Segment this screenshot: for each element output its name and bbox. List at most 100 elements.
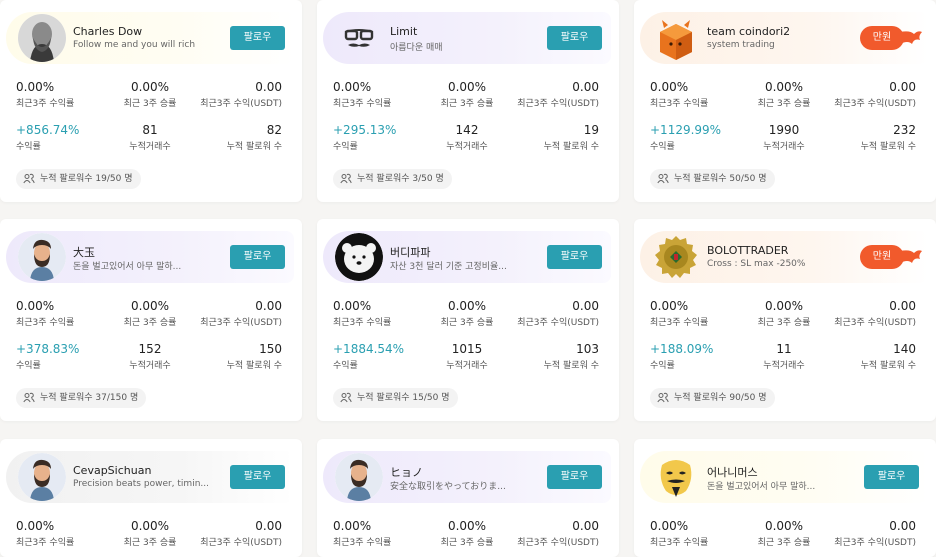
trader-card[interactable]: BOLOTTRADER Cross : SL max -250% 만원 0.00… (634, 219, 936, 421)
followers-icon (340, 173, 352, 184)
follower-cap-label: 누적 팔로워수 (674, 174, 727, 184)
follower-cap-badge: 누적 팔로워수 90/50 명 (650, 388, 775, 408)
recent-stats: 0.00% 최근3주 수익률 0.00% 최근 3주 승률 0.00 최근3주 수익(… (317, 519, 619, 551)
card-header: ヒョノ 安全な取引をやっておりま... 팔로우 (323, 451, 611, 503)
follow-button[interactable]: 팔로우 (547, 465, 602, 489)
recent-profit-value: 0.00 (255, 519, 282, 533)
follower-cap-label: 누적 팔로워수 (40, 174, 93, 184)
follower-cap-value: 15/50 명 (412, 393, 450, 403)
trader-name: 大玉 (73, 246, 95, 259)
trader-card[interactable]: 어나니머스 돈을 벌고있어서 아무 말하... 팔로우 0.00% 최근3주 수익… (634, 439, 936, 557)
trader-card[interactable]: CevapSichuan Precision beats power, timi… (0, 439, 302, 557)
recent-stats: 0.00% 최근3주 수익률 0.00% 최근 3주 승률 0.00 최근3주 수익(… (0, 80, 302, 112)
card-header: 버디파파 자산 3천 달러 기준 고정비율... 팔로우 (323, 231, 611, 283)
trader-name: BOLOTTRADER (707, 244, 789, 257)
card-header: 어나니머스 돈을 벌고있어서 아무 말하... 팔로우 (640, 451, 928, 503)
card-header: BOLOTTRADER Cross : SL max -250% 만원 (640, 231, 928, 283)
followers-label: 누적 팔로워 수 (860, 142, 916, 152)
recent-profit-label: 최근3주 수익(USDT) (517, 318, 599, 328)
card-header: Limit 아름다운 매매 팔로우 (323, 12, 611, 64)
card-header: team coindori2 system trading 만원 (640, 12, 928, 64)
trader-name: Limit (390, 25, 418, 38)
trader-name: team coindori2 (707, 25, 791, 38)
recent-profit-label: 최근3주 수익(USDT) (200, 538, 282, 548)
avatar (335, 233, 383, 281)
follower-cap-value: 19/50 명 (95, 174, 133, 184)
recent-profit-label: 최근3주 수익(USDT) (200, 318, 282, 328)
follower-cap-label: 누적 팔로워수 (40, 393, 93, 403)
followers-icon (23, 392, 35, 403)
recent-profit-value: 0.00 (889, 80, 916, 94)
follow-button[interactable]: 팔로우 (547, 26, 602, 50)
followers-label: 누적 팔로워 수 (860, 361, 916, 371)
card-header: CevapSichuan Precision beats power, timi… (6, 451, 294, 503)
recent-stats: 0.00% 최근3주 수익률 0.00% 최근 3주 승률 0.00 최근3주 수익(… (0, 299, 302, 331)
follower-cap-label: 누적 팔로워수 (357, 393, 410, 403)
follow-button[interactable]: 팔로우 (230, 26, 285, 50)
trader-card[interactable]: team coindori2 system trading 만원 0.00% 최근… (634, 0, 936, 202)
trader-name: Charles Dow (73, 25, 143, 38)
follower-cap-label: 누적 팔로워수 (674, 393, 727, 403)
trader-card[interactable]: Limit 아름다운 매매 팔로우 0.00% 최근3주 수익률 0.00% 최근 … (317, 0, 619, 202)
follower-cap-value: 50/50 명 (729, 174, 767, 184)
total-stats: +295.13% 수익률 142 누적거래수 19 누적 팔로워 수 (317, 123, 619, 155)
followers-value: 232 (893, 123, 916, 137)
recent-profit-label: 최근3주 수익(USDT) (517, 538, 599, 548)
trader-card[interactable]: ヒョノ 安全な取引をやっておりま... 팔로우 0.00% 최근3주 수익률 0.… (317, 439, 619, 557)
recent-stats: 0.00% 최근3주 수익률 0.00% 최근 3주 승률 0.00 최근3주 수익(… (317, 299, 619, 331)
followers-label: 누적 팔로워 수 (543, 361, 599, 371)
trader-description: 돈을 벌고있어서 아무 말하... (73, 262, 182, 272)
recent-stats: 0.00% 최근3주 수익률 0.00% 최근 3주 승률 0.00 최근3주 수익(… (634, 299, 936, 331)
recent-stats: 0.00% 최근3주 수익률 0.00% 최근 3주 승률 0.00 최근3주 수익(… (634, 80, 936, 112)
trader-name: 버디파파 (390, 246, 431, 259)
total-stats: +188.09% 수익률 11 누적거래수 140 누적 팔로워 수 (634, 342, 936, 374)
follower-cap-badge: 누적 팔로워수 50/50 명 (650, 169, 775, 189)
trader-description: 安全な取引をやっておりま... (390, 482, 506, 492)
recent-profit-value: 0.00 (889, 519, 916, 533)
recent-stats: 0.00% 최근3주 수익률 0.00% 최근 3주 승률 0.00 최근3주 수익(… (0, 519, 302, 551)
follower-cap-badge: 누적 팔로워수 19/50 명 (16, 169, 141, 189)
follower-cap-label: 누적 팔로워수 (357, 174, 410, 184)
follow-button[interactable]: 팔로우 (547, 245, 602, 269)
follow-button[interactable]: 팔로우 (864, 465, 919, 489)
followers-icon (657, 173, 669, 184)
full-label: 만원 (860, 26, 904, 50)
trader-card[interactable]: 버디파파 자산 3천 달러 기준 고정비율... 팔로우 0.00% 최근3주 수… (317, 219, 619, 421)
recent-profit-label: 최근3주 수익(USDT) (834, 318, 916, 328)
trader-description: Precision beats power, timin... (73, 479, 209, 489)
follower-cap-badge: 누적 팔로워수 15/50 명 (333, 388, 458, 408)
avatar (652, 233, 700, 281)
trader-description: Cross : SL max -250% (707, 259, 806, 269)
recent-profit-value: 0.00 (572, 519, 599, 533)
follower-cap-value: 90/50 명 (729, 393, 767, 403)
full-badge: 만원 (860, 26, 922, 50)
card-header: Charles Dow Follow me and you will rich … (6, 12, 294, 64)
followers-value: 140 (893, 342, 916, 356)
follower-cap-badge: 누적 팔로워수 3/50 명 (333, 169, 452, 189)
full-label: 만원 (860, 245, 904, 269)
followers-icon (657, 392, 669, 403)
trader-card[interactable]: Charles Dow Follow me and you will rich … (0, 0, 302, 202)
follow-button[interactable]: 팔로우 (230, 245, 285, 269)
avatar (18, 14, 66, 62)
recent-profit-label: 최근3주 수익(USDT) (200, 99, 282, 109)
follow-button[interactable]: 팔로우 (230, 465, 285, 489)
recent-profit-value: 0.00 (889, 299, 916, 313)
avatar (335, 453, 383, 501)
followers-label: 누적 팔로워 수 (226, 361, 282, 371)
recent-profit-value: 0.00 (255, 80, 282, 94)
trader-description: 자산 3천 달러 기준 고정비율... (390, 262, 507, 272)
recent-profit-value: 0.00 (572, 299, 599, 313)
trader-description: Follow me and you will rich (73, 40, 196, 50)
trader-name: ヒョノ (390, 466, 423, 479)
recent-profit-label: 최근3주 수익(USDT) (517, 99, 599, 109)
card-header: 大玉 돈을 벌고있어서 아무 말하... 팔로우 (6, 231, 294, 283)
avatar (18, 233, 66, 281)
followers-value: 82 (266, 123, 282, 137)
trader-card[interactable]: 大玉 돈을 벌고있어서 아무 말하... 팔로우 0.00% 최근3주 수익률 0… (0, 219, 302, 421)
avatar (652, 453, 700, 501)
followers-label: 누적 팔로워 수 (543, 142, 599, 152)
follower-cap-badge: 누적 팔로워수 37/150 명 (16, 388, 147, 408)
recent-profit-value: 0.00 (255, 299, 282, 313)
trader-name: CevapSichuan (73, 464, 152, 477)
